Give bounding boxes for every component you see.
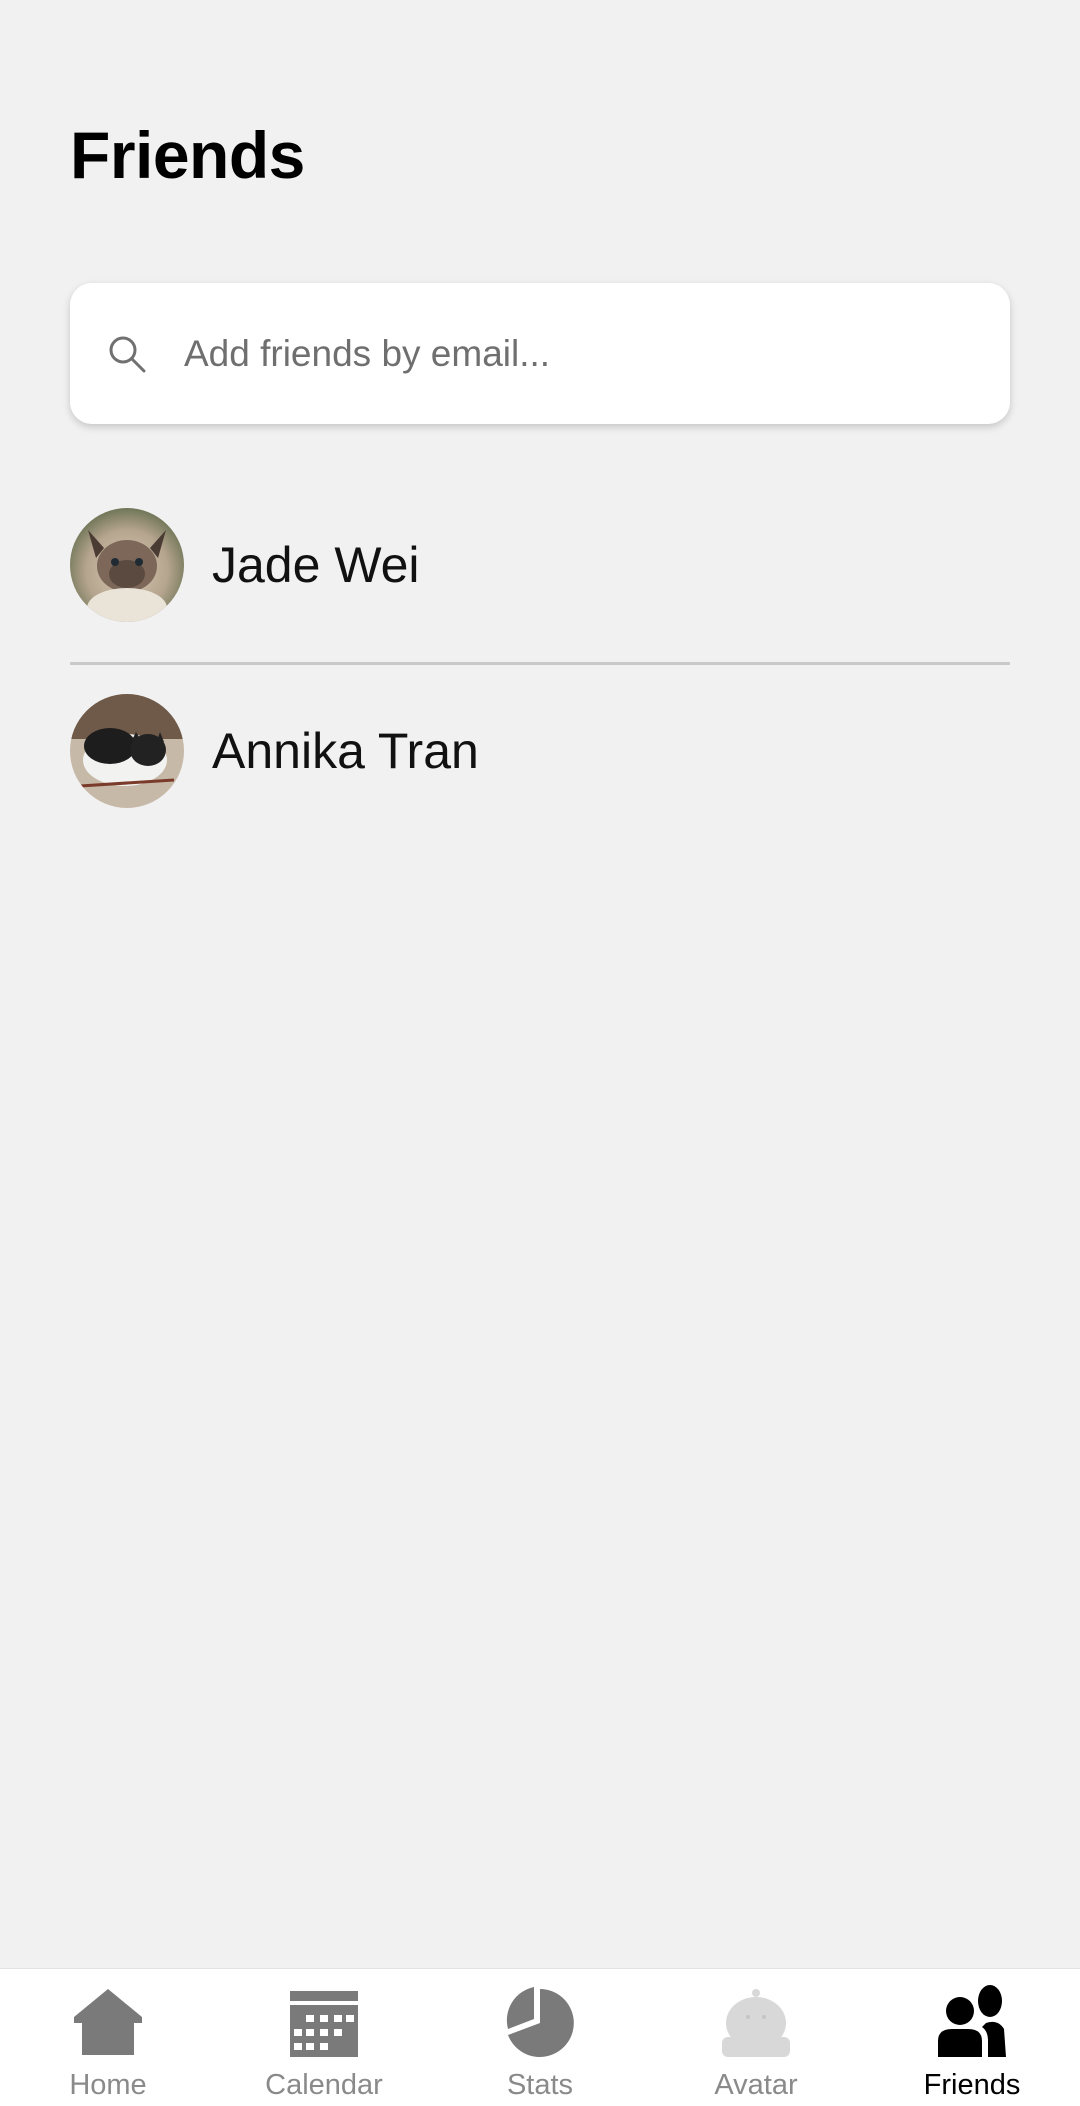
pie-chart-icon (506, 1987, 574, 2057)
friends-icon (938, 1985, 1006, 2057)
search-bar[interactable] (70, 283, 1010, 424)
friend-row[interactable]: Annika Tran (70, 686, 1010, 816)
avatar (70, 694, 184, 808)
list-divider (70, 662, 1010, 665)
friend-name: Annika Tran (212, 723, 479, 779)
cat-photo-black-white-icon (70, 694, 184, 808)
avatar-icon (722, 1989, 790, 2057)
page-title: Friends (70, 118, 305, 192)
cat-photo-siamese-icon (70, 508, 184, 622)
bottom-tab-bar: Home Calendar Stats Avatar Friends (0, 1968, 1080, 2106)
tab-label: Stats (506, 2069, 574, 2101)
friend-list: Jade Wei Annika Tran (70, 500, 1010, 816)
friend-name: Jade Wei (212, 537, 420, 593)
home-icon (74, 1989, 142, 2055)
calendar-icon (290, 1991, 358, 2057)
tab-stats[interactable]: Stats (432, 1969, 648, 2106)
tab-label: Avatar (714, 2069, 798, 2101)
search-input[interactable] (184, 283, 980, 424)
tab-label: Calendar (265, 2069, 383, 2101)
tab-label: Home (69, 2069, 147, 2101)
friends-screen: Friends Add friends by email... Jade Wei… (0, 0, 1080, 2106)
friend-row[interactable]: Jade Wei (70, 500, 1010, 630)
avatar (70, 508, 184, 622)
tab-home[interactable]: Home (0, 1969, 216, 2106)
tab-calendar[interactable]: Calendar (216, 1969, 432, 2106)
tab-avatar[interactable]: Avatar (648, 1969, 864, 2106)
tab-friends[interactable]: Friends (864, 1969, 1080, 2106)
tab-label: Friends (923, 2069, 1021, 2101)
search-icon (109, 336, 146, 372)
